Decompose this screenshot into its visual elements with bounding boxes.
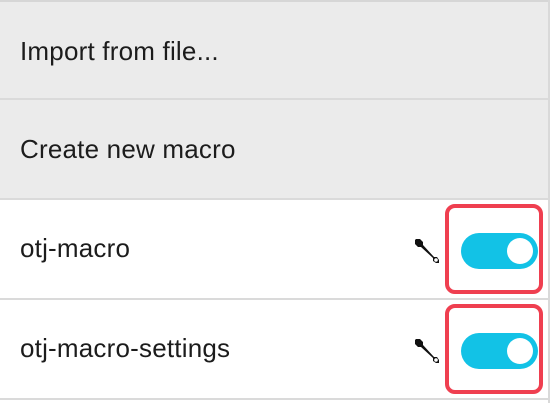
toggle-knob [507,238,533,264]
macro-name: otj-macro [20,233,131,263]
toggle-knob [507,338,533,364]
macro-row-otj-macro: otj-macro [0,200,548,300]
import-from-file-label: Import from file... [20,36,219,66]
enable-toggle-otj-macro[interactable] [461,233,538,269]
macro-menu: Import from file... Create new macro otj… [0,0,550,403]
import-from-file-item[interactable]: Import from file... [0,0,548,100]
wrench-icon[interactable] [412,336,442,366]
macro-row-otj-macro-settings: otj-macro-settings [0,300,548,400]
create-new-macro-item[interactable]: Create new macro [0,100,548,200]
create-new-macro-label: Create new macro [20,134,236,164]
enable-toggle-otj-macro-settings[interactable] [461,333,538,369]
macro-name: otj-macro-settings [20,333,231,363]
wrench-icon[interactable] [412,236,442,266]
